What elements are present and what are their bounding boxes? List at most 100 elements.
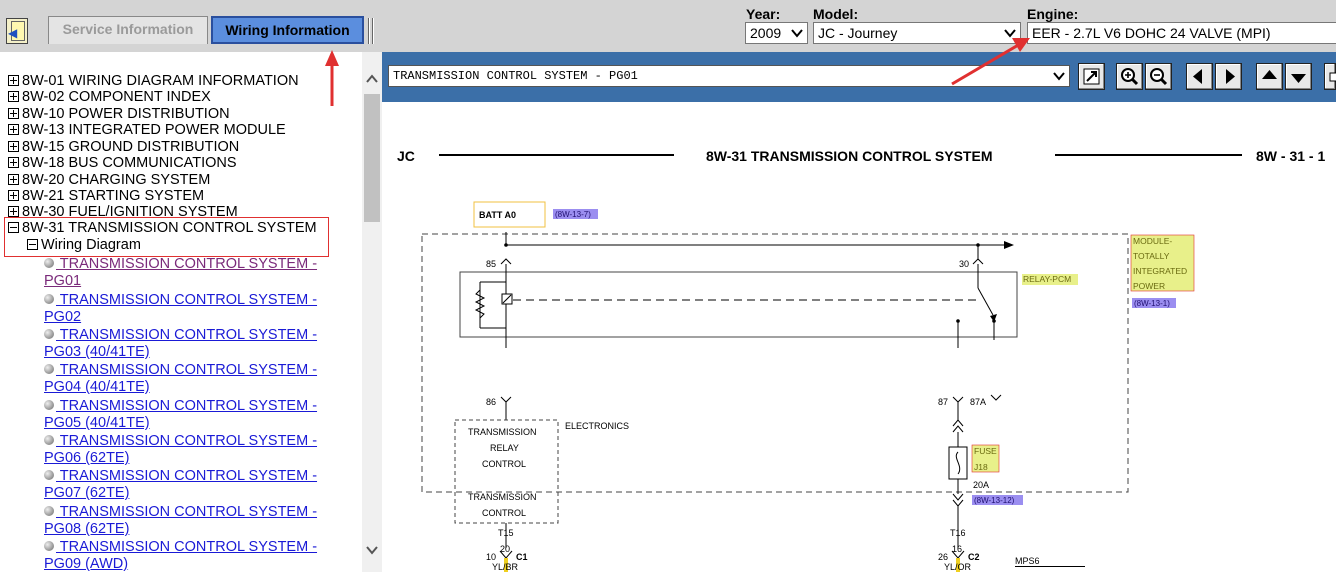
bullet-icon — [44, 541, 54, 551]
engine-select[interactable]: EER - 2.7L V6 DOHC 24 VALVE (MPI) — [1027, 22, 1336, 44]
tree-node-8w-10[interactable]: 8W-10 POWER DISTRIBUTION — [8, 106, 230, 123]
engine-value: EER - 2.7L V6 DOHC 24 VALVE (MPI) — [1032, 25, 1271, 41]
model-select[interactable]: JC - Journey — [813, 22, 1021, 44]
c1-wire-color: YL/BR — [492, 562, 519, 572]
tree-node-8w-01[interactable]: 8W-01 WIRING DIAGRAM INFORMATION — [8, 73, 299, 90]
relay-label: RELAY-PCM — [1023, 274, 1071, 284]
expand-icon[interactable] — [8, 190, 19, 201]
page-link-text: PG02 — [44, 309, 82, 325]
connector-mark — [990, 394, 1002, 401]
tree-node-8w-20[interactable]: 8W-20 CHARGING SYSTEM — [8, 172, 210, 189]
c2-gauge: 16 — [952, 544, 963, 554]
page-up-button[interactable] — [1256, 63, 1283, 90]
previous-page-button[interactable] — [1186, 63, 1213, 90]
scroll-up-icon[interactable] — [366, 74, 378, 84]
expand-icon[interactable] — [8, 157, 19, 168]
module-label-line: MODULE- — [1133, 236, 1172, 246]
year-select[interactable]: 2009 — [745, 22, 808, 44]
diagram-page-number: 8W - 31 - 1 — [1256, 148, 1325, 164]
tree-node-8w-15[interactable]: 8W-15 GROUND DISTRIBUTION — [8, 139, 239, 156]
expand-icon[interactable] — [8, 206, 19, 217]
page-link-text: TRANSMISSION CONTROL SYSTEM - — [56, 327, 318, 343]
bullet-icon — [44, 258, 54, 268]
bullet-icon — [44, 400, 54, 410]
expand-icon[interactable] — [8, 91, 19, 102]
next-page-button[interactable] — [1215, 63, 1242, 90]
expand-icon[interactable] — [8, 75, 19, 86]
diagram-vehicle-code: JC — [397, 148, 415, 164]
page-down-button[interactable] — [1285, 63, 1312, 90]
chevron-down-icon — [1053, 72, 1065, 81]
tab-wiring-information[interactable]: Wiring Information — [211, 16, 364, 44]
trans-control-label: TRANSMISSION — [468, 492, 537, 502]
fit-page-button[interactable] — [1078, 63, 1105, 90]
back-to-index-icon[interactable]: ◀ — [6, 18, 28, 44]
previous-page-icon — [1193, 69, 1202, 84]
c2-circuit: T16 — [950, 528, 966, 538]
page-link-text: TRANSMISSION CONTROL SYSTEM - — [56, 539, 318, 555]
wiring-tree-panel: 8W-01 WIRING DIAGRAM INFORMATION 8W-02 C… — [0, 52, 362, 572]
c2-pin: 26 — [938, 552, 948, 562]
ref-module-link[interactable]: (8W-13-1) — [1134, 299, 1170, 308]
pin-85-label: 85 — [486, 259, 496, 269]
bus-arrow — [1004, 241, 1014, 249]
diagram-select[interactable]: TRANSMISSION CONTROL SYSTEM - PG01 — [388, 65, 1070, 87]
relay-box — [459, 271, 1018, 338]
connector-mark — [952, 396, 964, 403]
tree-node-label: 8W-02 COMPONENT INDEX — [22, 89, 211, 105]
page-link-pg07[interactable]: TRANSMISSION CONTROL SYSTEM - PG07 (62TE) — [44, 468, 334, 502]
fit-page-icon — [1083, 68, 1100, 85]
zoom-in-button[interactable] — [1116, 63, 1143, 90]
bullet-icon — [44, 329, 54, 339]
page-link-pg01[interactable]: TRANSMISSION CONTROL SYSTEM - PG01 — [44, 256, 334, 290]
fuse-label: FUSE — [974, 446, 997, 456]
tree-node-8w-21[interactable]: 8W-21 STARTING SYSTEM — [8, 188, 204, 205]
page-link-pg03[interactable]: TRANSMISSION CONTROL SYSTEM - PG03 (40/41… — [44, 327, 334, 361]
page-link-text: TRANSMISSION CONTROL SYSTEM - — [56, 433, 318, 449]
module-boundary — [421, 233, 1129, 493]
expand-icon[interactable] — [8, 124, 19, 135]
c1-name: C1 — [516, 552, 528, 562]
chevron-down-icon — [1004, 29, 1016, 38]
scrollbar-thumb[interactable] — [364, 94, 380, 222]
module-label-line: POWER — [1133, 281, 1165, 291]
fuse-amps: 20A — [973, 480, 989, 490]
tree-scrollbar[interactable] — [362, 52, 382, 572]
tree-node-8w-02[interactable]: 8W-02 COMPONENT INDEX — [8, 89, 211, 106]
page-link-text: PG03 (40/41TE) — [44, 344, 150, 360]
page-link-pg02[interactable]: TRANSMISSION CONTROL SYSTEM - PG02 — [44, 292, 334, 326]
chevron-down-icon — [791, 29, 803, 38]
c2-wire-color: YL/OR — [944, 562, 972, 572]
page-link-pg09[interactable]: TRANSMISSION CONTROL SYSTEM - PG09 (AWD) — [44, 539, 334, 572]
tree-node-label: 8W-21 STARTING SYSTEM — [22, 188, 205, 204]
bullet-icon — [44, 364, 54, 374]
tree-node-label: 8W-13 INTEGRATED POWER MODULE — [22, 122, 286, 138]
tree-node-8w-18[interactable]: 8W-18 BUS COMMUNICATIONS — [8, 155, 237, 172]
tree-node-8w-13[interactable]: 8W-13 INTEGRATED POWER MODULE — [8, 122, 286, 139]
expand-icon[interactable] — [8, 108, 19, 119]
page-link-pg06[interactable]: TRANSMISSION CONTROL SYSTEM - PG06 (62TE) — [44, 433, 334, 467]
page-link-text: TRANSMISSION CONTROL SYSTEM - — [56, 292, 318, 308]
page-link-pg08[interactable]: TRANSMISSION CONTROL SYSTEM - PG08 (62TE) — [44, 504, 334, 538]
zoom-out-button[interactable] — [1145, 63, 1172, 90]
tab-service-information[interactable]: Service Information — [48, 16, 208, 44]
print-button[interactable] — [1324, 63, 1336, 90]
page-link-text: TRANSMISSION CONTROL SYSTEM - — [56, 256, 318, 272]
page-link-text: PG07 (62TE) — [44, 485, 130, 501]
relay-control-label: CONTROL — [482, 459, 526, 469]
ref-fuse-link[interactable]: (8W-13-12) — [974, 496, 1015, 505]
c2-name: C2 — [968, 552, 980, 562]
scroll-down-icon[interactable] — [366, 545, 378, 555]
highlight-annotation — [4, 217, 329, 257]
page-link-pg05[interactable]: TRANSMISSION CONTROL SYSTEM - PG05 (40/41… — [44, 398, 334, 432]
zoom-in-icon — [1121, 68, 1139, 86]
connector-mark — [952, 493, 964, 507]
expand-icon[interactable] — [8, 141, 19, 152]
tree-node-label: 8W-01 WIRING DIAGRAM INFORMATION — [22, 73, 299, 89]
ref-batt-link[interactable]: (8W-13-7) — [555, 210, 591, 219]
page-link-pg04[interactable]: TRANSMISSION CONTROL SYSTEM - PG04 (40/41… — [44, 362, 334, 396]
tab-divider — [372, 18, 374, 44]
expand-icon[interactable] — [8, 174, 19, 185]
page-link-text: PG09 (AWD) — [44, 556, 129, 572]
tab-divider — [368, 18, 370, 44]
